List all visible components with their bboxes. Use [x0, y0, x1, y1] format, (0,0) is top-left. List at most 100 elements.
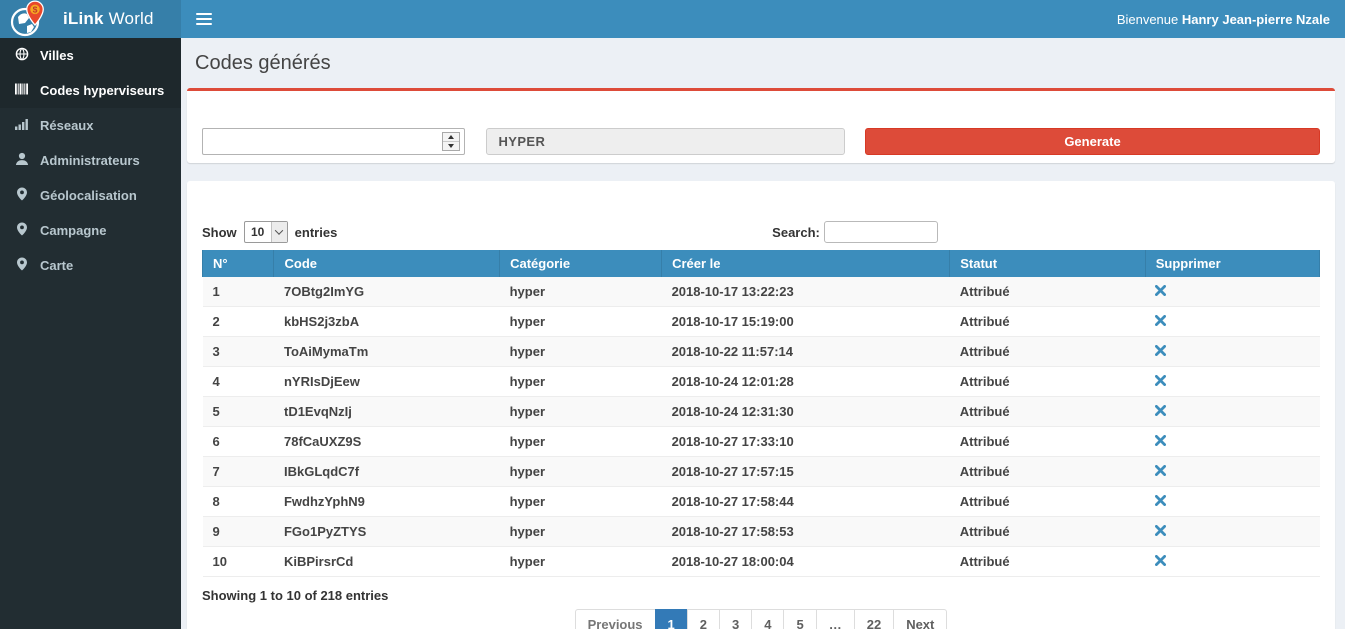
- cell-status: Attribué: [950, 517, 1145, 547]
- column-header[interactable]: Créer le: [662, 250, 950, 277]
- column-header[interactable]: Catégorie: [500, 250, 662, 277]
- content-area: Codes générés Generate Show 10 entri: [181, 38, 1345, 629]
- quantity-number-input[interactable]: [202, 128, 465, 155]
- cell-category: hyper: [500, 547, 662, 577]
- cell-status: Attribué: [950, 367, 1145, 397]
- brand-logo[interactable]: $ iLink World: [0, 0, 181, 38]
- cell-created: 2018-10-22 11:57:14: [662, 337, 950, 367]
- delete-icon[interactable]: [1155, 314, 1166, 329]
- cell-code: IBkGLqdC7f: [274, 457, 500, 487]
- cell-status: Attribué: [950, 397, 1145, 427]
- table-row: 7IBkGLqdC7fhyper2018-10-27 17:57:15Attri…: [203, 457, 1320, 487]
- pagination-ellipsis[interactable]: …: [816, 609, 855, 629]
- table-row: 3ToAiMymaTmhyper2018-10-22 11:57:14Attri…: [203, 337, 1320, 367]
- column-header[interactable]: Code: [274, 250, 500, 277]
- page-title: Codes générés: [195, 52, 1335, 75]
- table-row: 17OBtg2ImYGhyper2018-10-17 13:22:23Attri…: [203, 277, 1320, 307]
- pagination-page-1[interactable]: 1: [655, 609, 688, 629]
- cell-status: Attribué: [950, 457, 1145, 487]
- spinner-up-icon[interactable]: [443, 133, 459, 141]
- welcome-message: Bienvenue Hanry Jean-pierre Nzale: [1117, 12, 1330, 27]
- pagination: Previous12345…22Next: [202, 609, 1320, 629]
- table-row: 10KiBPirsrCdhyper2018-10-27 18:00:04Attr…: [203, 547, 1320, 577]
- cell-num: 6: [203, 427, 274, 457]
- pagination-next-button[interactable]: Next: [893, 609, 947, 629]
- cell-category: hyper: [500, 457, 662, 487]
- cell-code: FwdhzYphN9: [274, 487, 500, 517]
- sidebar-item-villes[interactable]: Villes: [0, 38, 181, 73]
- page-length-select[interactable]: 10: [244, 221, 288, 243]
- cell-code: FGo1PyZTYS: [274, 517, 500, 547]
- delete-icon[interactable]: [1155, 284, 1166, 299]
- sidebar-item-label: Carte: [40, 258, 73, 273]
- delete-icon[interactable]: [1155, 344, 1166, 359]
- search-control: Search:: [772, 221, 938, 243]
- search-input[interactable]: [824, 221, 938, 243]
- sidebar-item-administrateurs[interactable]: Administrateurs: [0, 143, 181, 178]
- pagination-previous-button[interactable]: Previous: [575, 609, 656, 629]
- cell-num: 2: [203, 307, 274, 337]
- pagination-page-2[interactable]: 2: [687, 609, 720, 629]
- cell-category: hyper: [500, 397, 662, 427]
- user-icon: [15, 152, 29, 169]
- column-header[interactable]: N°: [203, 250, 274, 277]
- sidebar-toggle-icon[interactable]: [196, 10, 212, 28]
- cell-code: 78fCaUXZ9S: [274, 427, 500, 457]
- table-row: 5tD1EvqNzIjhyper2018-10-24 12:31:30Attri…: [203, 397, 1320, 427]
- cell-status: Attribué: [950, 547, 1145, 577]
- barcode-icon: [15, 82, 29, 99]
- sidebar-item-campagne[interactable]: Campagne: [0, 213, 181, 248]
- cell-code: tD1EvqNzIj: [274, 397, 500, 427]
- pagination-page-4[interactable]: 4: [751, 609, 784, 629]
- sidebar-item-codes-hyperviseurs[interactable]: Codes hyperviseurs: [0, 73, 181, 108]
- delete-icon[interactable]: [1155, 554, 1166, 569]
- spinner-down-icon[interactable]: [443, 141, 459, 150]
- delete-icon[interactable]: [1155, 524, 1166, 539]
- cell-created: 2018-10-24 12:31:30: [662, 397, 950, 427]
- pagination-page-22[interactable]: 22: [854, 609, 894, 629]
- pagination-page-3[interactable]: 3: [719, 609, 752, 629]
- map-marker-icon: [15, 187, 29, 204]
- column-header[interactable]: Supprimer: [1145, 250, 1319, 277]
- cell-num: 4: [203, 367, 274, 397]
- sidebar-item-carte[interactable]: Carte: [0, 248, 181, 283]
- cell-created: 2018-10-27 17:58:44: [662, 487, 950, 517]
- sidebar-item-label: Villes: [40, 48, 74, 63]
- cell-category: hyper: [500, 487, 662, 517]
- table-row: 2kbHS2j3zbAhyper2018-10-17 15:19:00Attri…: [203, 307, 1320, 337]
- sidebar-item-g-olocalisation[interactable]: Géolocalisation: [0, 178, 181, 213]
- category-input: [486, 128, 845, 155]
- cell-category: hyper: [500, 277, 662, 307]
- svg-text:$: $: [33, 4, 38, 14]
- cell-category: hyper: [500, 307, 662, 337]
- cell-code: 7OBtg2ImYG: [274, 277, 500, 307]
- delete-icon[interactable]: [1155, 494, 1166, 509]
- sidebar-item-label: Campagne: [40, 223, 106, 238]
- table-row: 4nYRIsDjEewhyper2018-10-24 12:01:28Attri…: [203, 367, 1320, 397]
- quantity-value[interactable]: [203, 129, 464, 154]
- pagination-page-5[interactable]: 5: [783, 609, 816, 629]
- sidebar-item-label: Administrateurs: [40, 153, 140, 168]
- map-marker-icon: [15, 257, 29, 274]
- delete-icon[interactable]: [1155, 374, 1166, 389]
- signal-bars-icon: [15, 117, 29, 134]
- table-row: 9FGo1PyZTYShyper2018-10-27 17:58:53Attri…: [203, 517, 1320, 547]
- delete-icon[interactable]: [1155, 404, 1166, 419]
- sidebar-item-label: Géolocalisation: [40, 188, 137, 203]
- cell-code: ToAiMymaTm: [274, 337, 500, 367]
- cell-created: 2018-10-17 15:19:00: [662, 307, 950, 337]
- table-row: 678fCaUXZ9Shyper2018-10-27 17:33:10Attri…: [203, 427, 1320, 457]
- sidebar-item-r-seaux[interactable]: Réseaux: [0, 108, 181, 143]
- chevron-down-icon: [271, 222, 287, 242]
- cell-status: Attribué: [950, 337, 1145, 367]
- cell-num: 8: [203, 487, 274, 517]
- generate-button[interactable]: Generate: [865, 128, 1320, 155]
- number-spinner[interactable]: [442, 132, 460, 151]
- globe-pin-logo-icon: $: [9, 0, 51, 38]
- page-length-control: Show 10 entries: [202, 221, 337, 243]
- column-header[interactable]: Statut: [950, 250, 1145, 277]
- codes-table: N°CodeCatégorieCréer leStatutSupprimer 1…: [202, 250, 1320, 577]
- table-row: 8FwdhzYphN9hyper2018-10-27 17:58:44Attri…: [203, 487, 1320, 517]
- delete-icon[interactable]: [1155, 464, 1166, 479]
- delete-icon[interactable]: [1155, 434, 1166, 449]
